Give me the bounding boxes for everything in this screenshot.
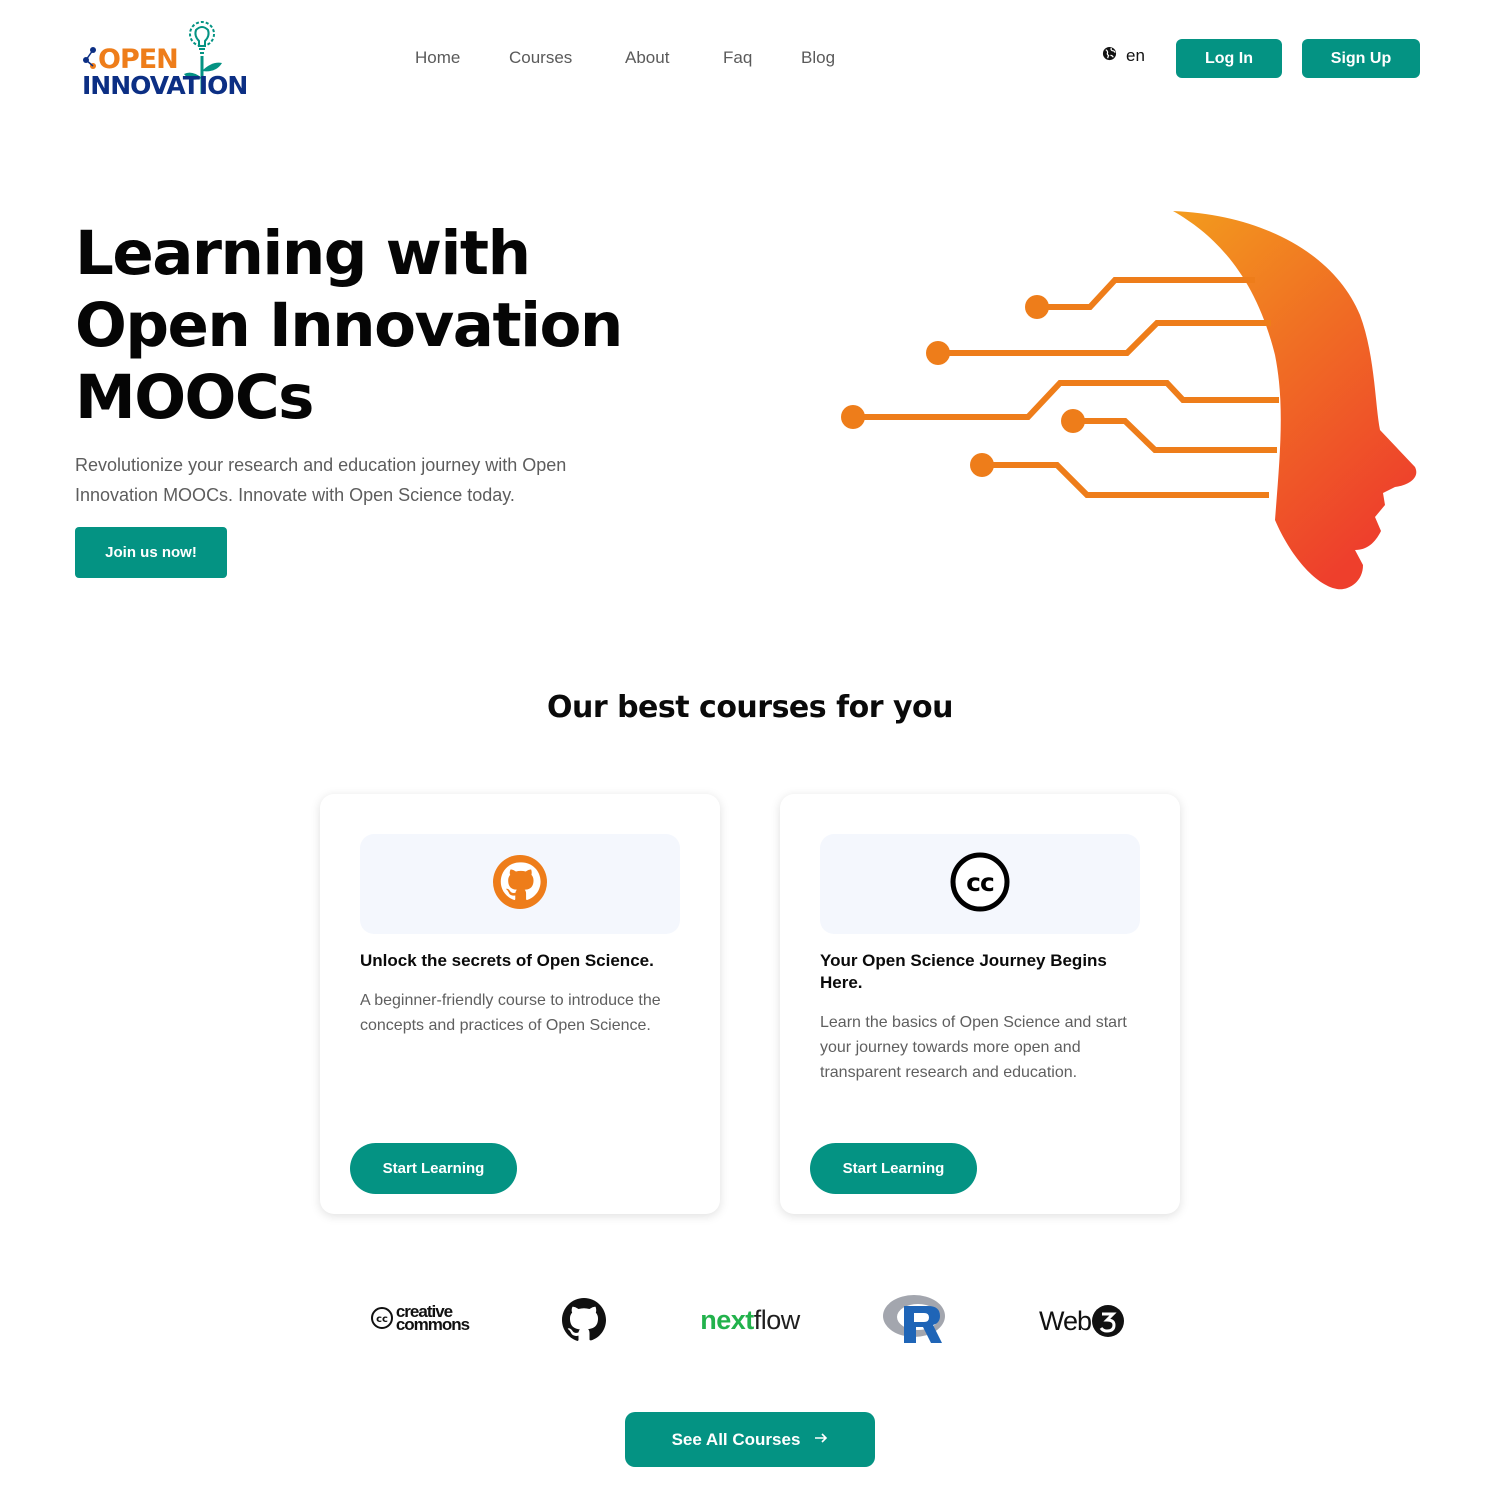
cc-text-line-2: commons [395,1315,470,1334]
start-learning-button[interactable]: Start Learning [810,1143,977,1194]
svg-text:cc: cc [966,868,994,897]
course-description: A beginner-friendly course to introduce … [360,992,661,1034]
course-card[interactable]: cc Your Open Science Journey Begins Here… [780,794,1180,1214]
course-title: Your Open Science Journey Begins Here. [820,951,1107,992]
signup-button[interactable]: Sign Up [1302,39,1420,78]
cc-circle-icon: cc [370,1307,393,1329]
hero-subtitle: Revolutionize your research and educatio… [75,455,567,505]
course-icon-box: cc [820,834,1140,934]
nextflow-text-flow: flow [753,1304,801,1335]
github-mark-icon [562,1298,606,1341]
nav-faq[interactable]: Faq [723,48,752,68]
github-icon [493,854,547,914]
nav-about[interactable]: About [625,48,669,68]
course-title: Unlock the secrets of Open Science. [360,951,654,970]
web3-logo: Web [1034,1302,1130,1340]
see-all-courses-label: See All Courses [671,1429,801,1449]
web3-circle-3-icon [1092,1305,1125,1337]
language-label: en [1126,46,1145,65]
nav-home[interactable]: Home [415,48,460,68]
r-language-logo [882,1292,950,1346]
creative-commons-logo: cc creative commons [362,1300,477,1336]
svg-text:cc: cc [376,1314,388,1325]
see-all-courses-button[interactable]: See All Courses [625,1412,875,1467]
courses-section-title: Our best courses for you [546,690,954,725]
course-icon-box [360,834,680,934]
course-description: Learn the basics of Open Science and sta… [820,1014,1127,1081]
arrow-right-icon [814,1430,828,1450]
nav-courses[interactable]: Courses [509,48,572,68]
nextflow-logo: nextflow [690,1300,810,1340]
hero-head-circuit-illustration [835,205,1435,610]
r-logo-icon [883,1295,945,1343]
hero-title-line-2: Open Innovation [75,290,623,361]
github-logo [562,1298,606,1342]
hero-title: Learning with Open Innovation MOOCs [75,218,695,434]
hero-title-line-1: Learning with [75,218,531,289]
globe-icon [1102,46,1117,66]
hero-title-line-3: MOOCs [75,362,315,433]
creative-commons-icon: cc [949,851,1011,918]
start-learning-button[interactable]: Start Learning [350,1143,517,1194]
logo-text-innovation: INNOVATION [82,71,248,100]
course-card[interactable]: Unlock the secrets of Open Science. A be… [320,794,720,1214]
site-logo[interactable]: OPEN INNOVATION [80,16,250,100]
nextflow-text-next: next [700,1304,754,1335]
nav-blog[interactable]: Blog [801,48,835,68]
login-button[interactable]: Log In [1176,39,1282,78]
web3-text: Web [1038,1305,1092,1336]
language-selector[interactable]: en [1102,46,1145,66]
join-button[interactable]: Join us now! [75,527,227,578]
